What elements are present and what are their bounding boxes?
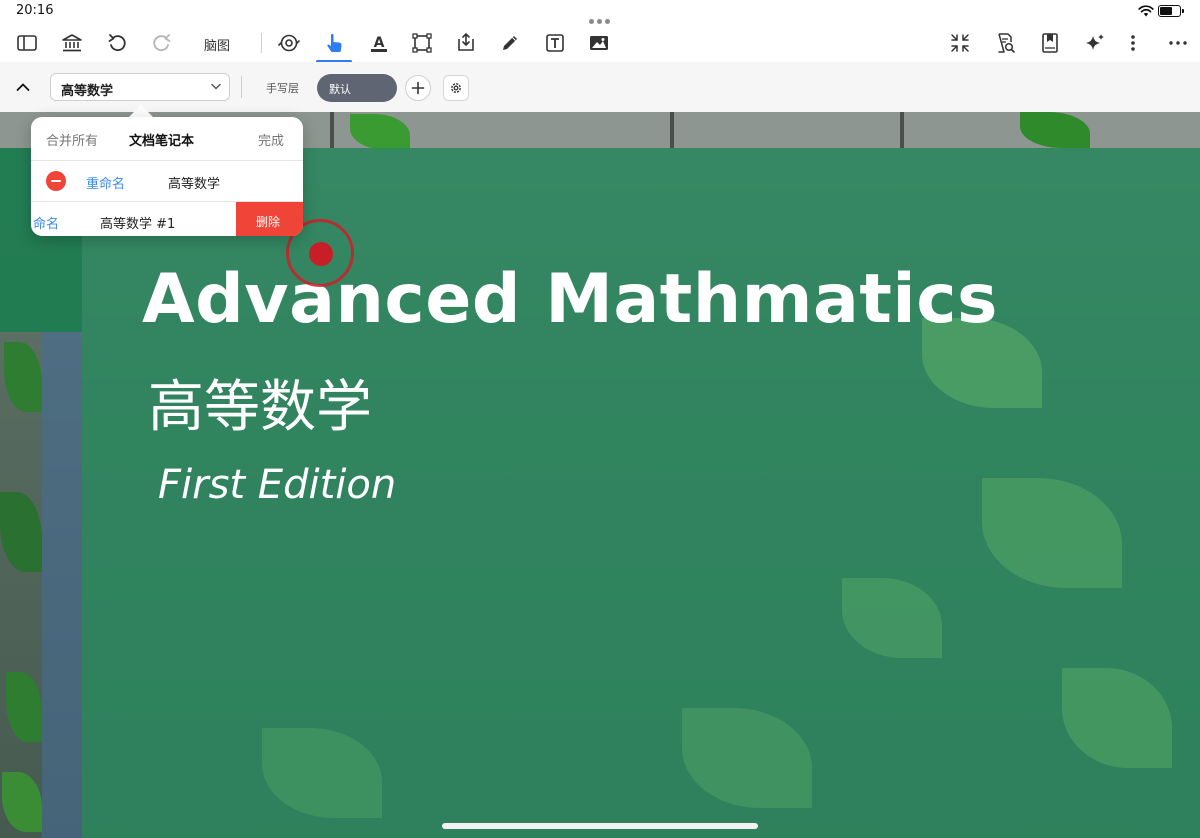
handwriting-layer-label: 手写层 [266,82,299,95]
redo-icon[interactable] [149,30,175,56]
collapse-toolbar-button[interactable] [12,77,34,97]
notebook-name: 高等数学 #1 [100,217,176,232]
text-box-icon[interactable] [542,30,568,56]
rectangle-select-icon[interactable] [409,30,435,56]
status-time: 20:16 [16,3,54,18]
chevron-down-icon [211,83,221,90]
merge-all-button[interactable]: 合并所有 [46,130,98,149]
notebook-select-value: 高等数学 [61,84,114,99]
more-vertical-icon[interactable] [1120,30,1146,56]
svg-text:A: A [374,35,385,51]
layer-bar-divider [241,76,242,98]
done-button[interactable]: 完成 [258,130,284,149]
layer-bar: 高等数学 手写层 默认 [0,62,1200,113]
layer-settings-button[interactable] [443,75,469,101]
delete-button-label: 删除 [256,215,281,229]
hand-pointer-icon[interactable] [321,30,347,56]
more-horizontal-icon[interactable] [1165,30,1191,56]
delete-button[interactable]: 删除 [236,202,303,236]
popover-title: 文档笔记本 [129,134,195,149]
battery-icon [1158,5,1184,17]
insert-space-icon[interactable] [453,30,479,56]
chevron-up-icon [16,83,30,91]
plus-icon [411,81,425,95]
default-layer-chip[interactable]: 默认 [317,74,397,102]
notebook-row[interactable]: 命名 高等数学 #1 删除 [31,202,303,236]
sidebar-icon[interactable] [14,30,40,56]
ai-sparkle-icon[interactable] [1082,30,1108,56]
add-layer-button[interactable] [405,75,431,101]
mindmap-button[interactable]: 脑图 [204,35,230,54]
image-icon[interactable] [586,30,612,56]
default-layer-label: 默认 [329,83,351,96]
notebook-name: 高等数学 [168,177,221,192]
gear-icon [451,83,461,93]
notebooks-popover: 合并所有 文档笔记本 完成 重命名 高等数学 命名 高等数学 #1 删除 [31,117,303,236]
bookmark-icon[interactable] [1037,30,1063,56]
cover-title: Advanced Mathmatics [142,260,999,339]
notebook-select[interactable]: 高等数学 [50,73,230,101]
undo-icon[interactable] [104,30,130,56]
toolbar-divider [261,33,262,53]
remove-circle-icon[interactable] [46,171,66,191]
document-search-icon[interactable] [992,30,1018,56]
pen-icon[interactable] [497,30,523,56]
rename-button[interactable]: 命名 [33,213,59,232]
highlighter-icon[interactable]: A [366,30,392,56]
rename-button[interactable]: 重命名 [86,173,125,192]
collapse-icon[interactable] [947,30,973,56]
popover-header: 合并所有 文档笔记本 完成 [31,117,303,161]
cover-left-strip [42,332,82,838]
library-icon[interactable] [59,30,85,56]
lasso-icon[interactable] [276,30,302,56]
status-bar: 20:16 [0,0,1200,24]
cover-subtitle-cn: 高等数学 [148,375,372,440]
main-toolbar: 脑图 A [0,24,1200,63]
notebook-row[interactable]: 重命名 高等数学 [31,161,303,202]
wifi-icon [1138,5,1154,17]
cover-edition: First Edition [158,462,397,508]
touch-indicator-dot [309,242,333,266]
home-indicator[interactable] [442,823,758,829]
